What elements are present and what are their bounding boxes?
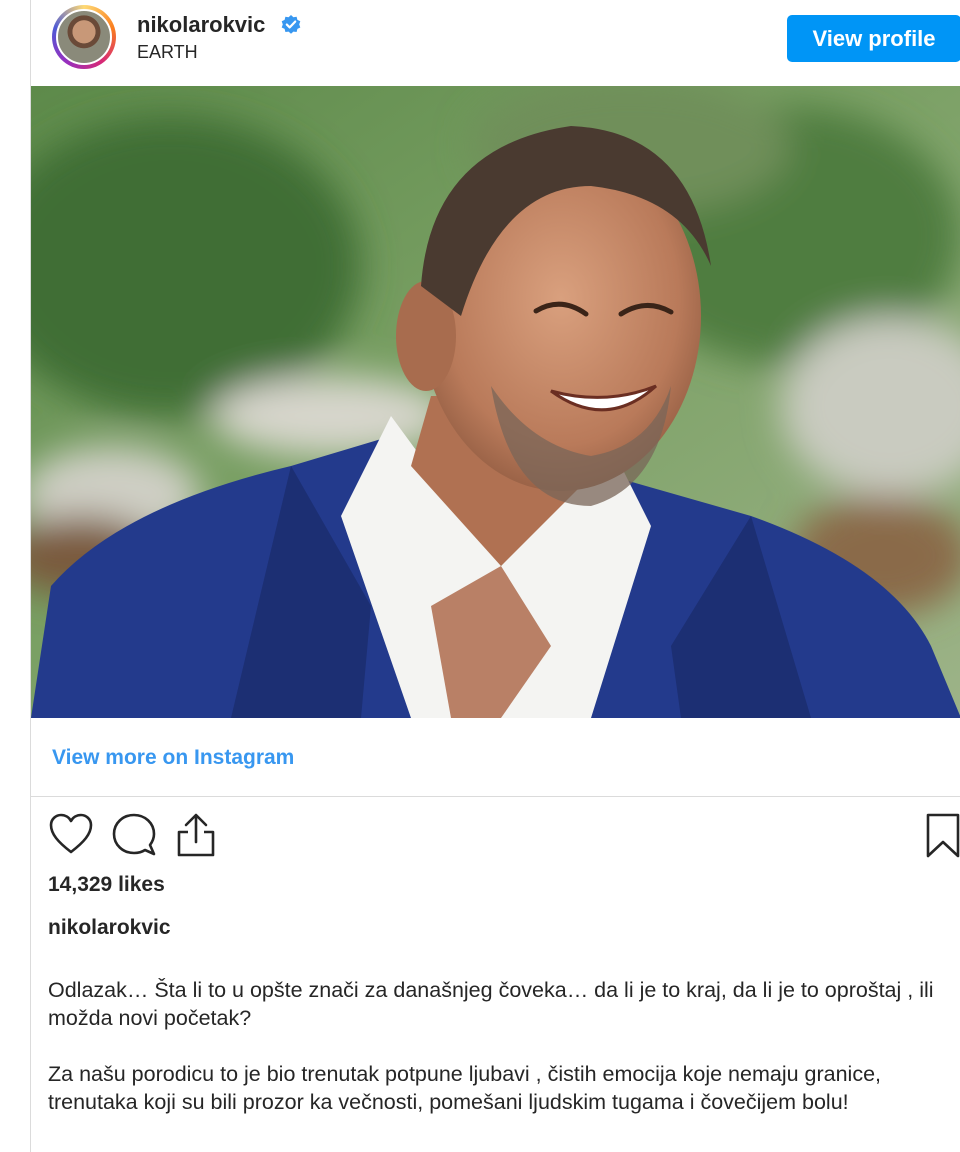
action-bar — [31, 808, 960, 860]
bookmark-icon[interactable] — [925, 812, 960, 860]
divider — [31, 796, 960, 797]
post-photo-illustration — [31, 86, 960, 718]
location[interactable]: EARTH — [137, 42, 198, 63]
post-image[interactable] — [31, 86, 960, 718]
caption-username[interactable]: nikolarokvic — [48, 916, 171, 940]
heart-icon[interactable] — [48, 812, 94, 856]
caption-paragraph: Za našu porodicu to je bio trenutak potp… — [48, 1062, 882, 1114]
view-profile-button[interactable]: View profile — [787, 15, 960, 62]
avatar[interactable] — [52, 5, 116, 69]
avatar-photo — [56, 9, 112, 65]
likes-count[interactable]: 14,329 likes — [48, 873, 165, 897]
username[interactable]: nikolarokvic — [137, 12, 265, 38]
caption-text: Odlazak… Šta li to u opšte znači za dana… — [48, 976, 938, 1144]
caption-paragraph: Odlazak… Šta li to u opšte znači za dana… — [48, 978, 934, 1030]
share-icon[interactable] — [175, 812, 217, 858]
comment-icon[interactable] — [111, 812, 157, 858]
verified-icon — [281, 15, 301, 34]
post-header: nikolarokvic EARTH View profile — [31, 0, 960, 86]
instagram-embed: nikolarokvic EARTH View profile View mor… — [30, 0, 960, 1152]
view-more-link[interactable]: View more on Instagram — [52, 746, 294, 770]
